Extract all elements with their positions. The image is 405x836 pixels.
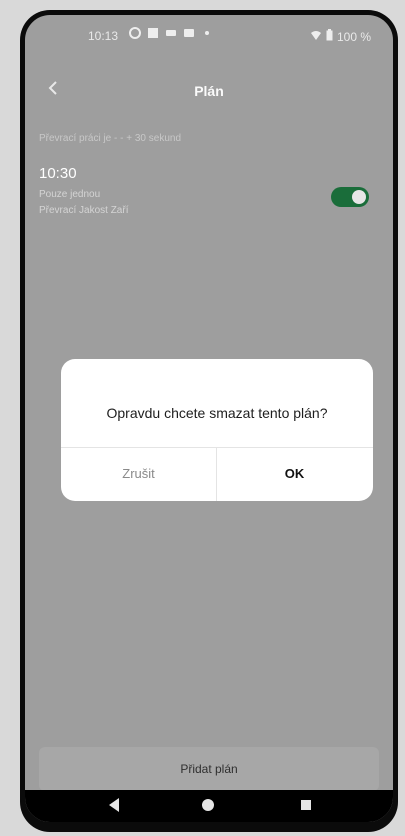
confirm-dialog: Opravdu chcete smazat tento plán? Zrušit… bbox=[61, 359, 373, 501]
nav-back-icon[interactable] bbox=[109, 798, 119, 812]
message-icon bbox=[183, 27, 195, 39]
plan-repeat: Pouze jednou bbox=[39, 189, 101, 200]
battery-icon bbox=[326, 29, 333, 44]
status-icons bbox=[129, 27, 213, 39]
page-title: Plán bbox=[194, 83, 224, 99]
cancel-button[interactable]: Zrušit bbox=[61, 448, 216, 500]
status-time: 10:13 bbox=[88, 29, 119, 43]
dialog-message: Opravdu chcete smazat tento plán? bbox=[106, 405, 328, 421]
toggle-knob bbox=[352, 190, 366, 204]
plan-list-item[interactable]: 10:30 Pouze jednou Převrací Jakost Zaří bbox=[25, 165, 393, 240]
screen: 10:13 100 % Plán Převrací práci je - - +… bbox=[25, 15, 393, 822]
battery-text: 100 % bbox=[336, 29, 371, 44]
dot-icon bbox=[201, 27, 213, 39]
phone-frame: 10:13 100 % Plán Převrací práci je - - +… bbox=[20, 10, 398, 832]
hint-text: Převrací práci je - - + 30 sekund bbox=[39, 133, 182, 144]
plan-action: Převrací Jakost Zaří bbox=[39, 205, 129, 216]
system-nav-bar bbox=[25, 790, 393, 822]
media-icon bbox=[165, 27, 177, 39]
status-bar: 10:13 100 % bbox=[25, 15, 393, 55]
app-square-icon bbox=[147, 27, 159, 39]
nav-home-icon[interactable] bbox=[202, 799, 214, 811]
add-plan-button[interactable]: Přidat plán bbox=[39, 747, 379, 791]
ok-button[interactable]: OK bbox=[217, 448, 372, 500]
nav-recents-icon[interactable] bbox=[301, 800, 311, 810]
wifi-icon bbox=[310, 29, 322, 44]
status-right: 100 % bbox=[310, 29, 371, 44]
notification-icon bbox=[129, 27, 141, 39]
plan-time: 10:30 bbox=[39, 165, 77, 182]
plan-toggle[interactable] bbox=[331, 187, 369, 207]
app-bar: Plán bbox=[25, 67, 393, 111]
